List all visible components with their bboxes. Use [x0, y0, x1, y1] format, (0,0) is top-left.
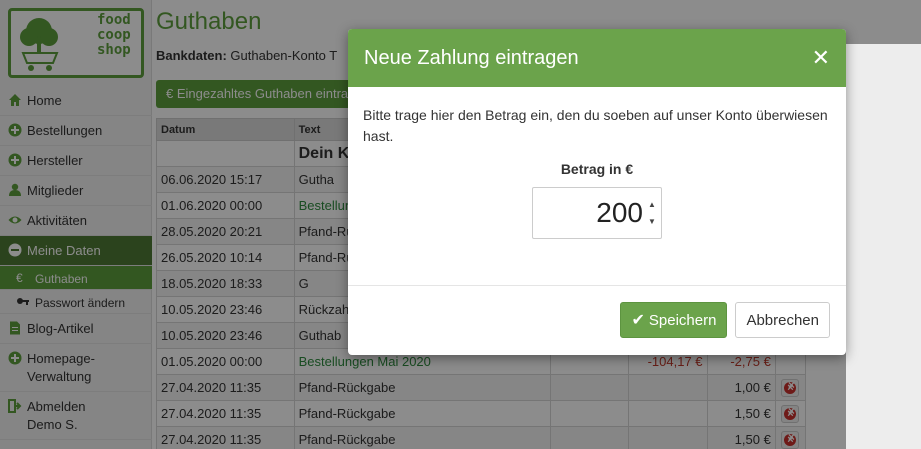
modal-footer: ✔ Speichern Abbrechen: [348, 286, 846, 354]
amount-input[interactable]: [533, 188, 661, 238]
cancel-button[interactable]: Abbrechen: [735, 302, 830, 338]
modal-header: Neue Zahlung eintragen ✕: [348, 29, 846, 87]
close-icon[interactable]: ✕: [812, 45, 830, 71]
cancel-label: Abbrechen: [746, 311, 819, 329]
modal-title: Neue Zahlung eintragen: [364, 46, 579, 69]
spinner-up-icon[interactable]: ▲: [646, 196, 658, 213]
check-icon: ✔: [631, 312, 645, 329]
spinner-down-icon[interactable]: ▼: [646, 213, 658, 230]
amount-spinner[interactable]: ▲ ▼: [646, 196, 658, 230]
amount-label: Betrag in €: [560, 161, 634, 177]
backdrop-right-panel: [846, 44, 921, 449]
save-button[interactable]: ✔ Speichern: [620, 302, 728, 338]
payment-modal: Neue Zahlung eintragen ✕ Bitte trage hie…: [348, 29, 846, 355]
modal-description: Bitte trage hier den Betrag ein, den du …: [363, 107, 828, 144]
save-label: Speichern: [648, 311, 717, 329]
modal-body: Bitte trage hier den Betrag ein, den du …: [348, 87, 846, 286]
amount-field-wrapper: ▲ ▼: [532, 187, 662, 239]
